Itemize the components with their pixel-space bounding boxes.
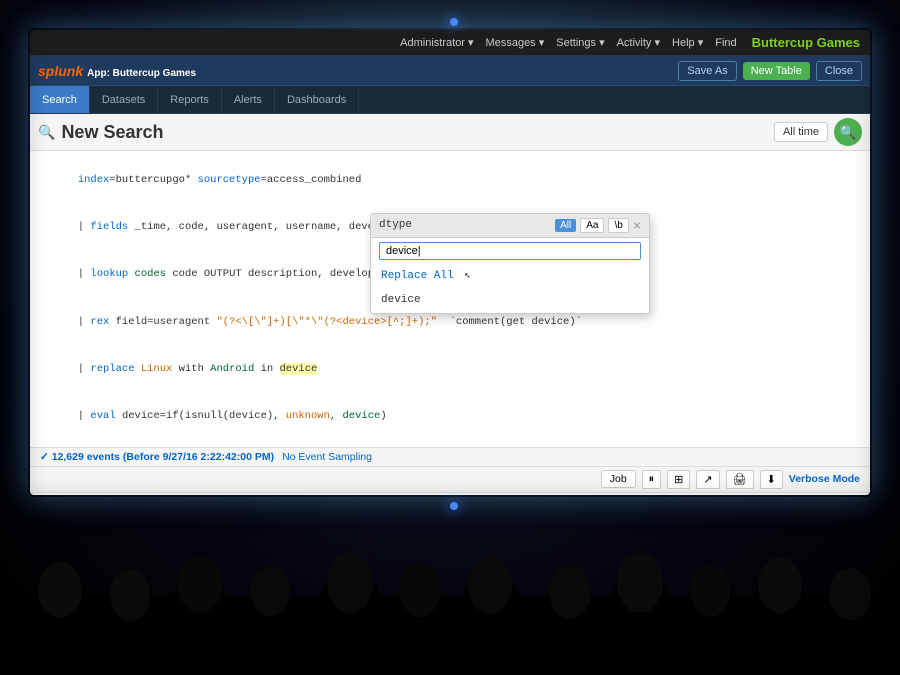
grid-button[interactable]: ⊞ bbox=[667, 470, 690, 489]
search-title: New Search bbox=[61, 122, 163, 143]
job-button[interactable]: Job bbox=[601, 470, 636, 488]
top-nav-items: Administrator ▾ Messages ▾ Settings ▾ Ac… bbox=[400, 36, 736, 49]
replace-all-label: Replace All bbox=[381, 270, 454, 282]
nav-help[interactable]: Help ▾ bbox=[672, 36, 703, 49]
query-line-6: | eval device=if(isnull(device), unknown… bbox=[40, 393, 860, 440]
no-sampling[interactable]: No Event Sampling bbox=[282, 451, 372, 463]
autocomplete-option-1[interactable]: Replace All ↖ bbox=[371, 264, 649, 289]
word-btn[interactable]: \b bbox=[608, 218, 628, 233]
verbose-mode-label[interactable]: Verbose Mode bbox=[789, 473, 860, 485]
cursor-pointer-icon: ↖ bbox=[464, 270, 471, 282]
autocomplete-header: dtype All Aa \b × bbox=[371, 214, 649, 238]
tab-dashboards[interactable]: Dashboards bbox=[275, 86, 359, 113]
share-button[interactable]: ↗ bbox=[696, 470, 719, 489]
nav-messages[interactable]: Messages ▾ bbox=[486, 36, 545, 49]
close-autocomplete-button[interactable]: × bbox=[633, 217, 641, 233]
search-execute-button[interactable]: 🔍 bbox=[834, 118, 862, 146]
autocomplete-search-input[interactable] bbox=[379, 242, 641, 260]
pause-button[interactable]: ⏸ bbox=[642, 470, 662, 489]
query-editor[interactable]: index=buttercupgo* sourcetype=access_com… bbox=[30, 151, 870, 448]
bottom-indicator-dot bbox=[450, 502, 458, 510]
all-btn[interactable]: All bbox=[555, 219, 576, 232]
splunk-app-label: App: Buttercup Games bbox=[87, 68, 196, 79]
tab-search[interactable]: Search bbox=[30, 86, 90, 113]
events-count: ✓ 12,629 events (Before 9/27/16 2:22:42:… bbox=[40, 451, 274, 463]
new-table-button[interactable]: New Table bbox=[743, 62, 810, 80]
splunk-header: splunkApp: Buttercup Games Save As New T… bbox=[30, 56, 870, 86]
search-magnifier-icon: 🔍 bbox=[38, 124, 55, 141]
tab-alerts[interactable]: Alerts bbox=[222, 86, 275, 113]
time-range-selector[interactable]: All time bbox=[774, 122, 828, 142]
nav-tabs-bar: Search Datasets Reports Alerts Dashboard… bbox=[30, 86, 870, 114]
save-as-button[interactable]: Save As bbox=[678, 61, 736, 81]
autocomplete-field-label: dtype bbox=[379, 217, 412, 234]
case-btn[interactable]: Aa bbox=[580, 218, 604, 233]
autocomplete-option-device[interactable]: device bbox=[371, 288, 649, 313]
top-nav: Administrator ▾ Messages ▾ Settings ▾ Ac… bbox=[30, 30, 870, 56]
top-indicator-dot bbox=[450, 18, 458, 26]
nav-activity[interactable]: Activity ▾ bbox=[617, 36, 660, 49]
tab-reports[interactable]: Reports bbox=[158, 86, 222, 113]
query-line-1: index=buttercupgo* sourcetype=access_com… bbox=[40, 157, 860, 204]
print-button[interactable]: 🖨 bbox=[726, 470, 754, 489]
close-button[interactable]: Close bbox=[816, 61, 862, 81]
job-toolbar: Job ⏸ ⊞ ↗ 🖨 ⬇ Verbose Mode bbox=[30, 467, 870, 493]
query-line-5: | replace Linux with Android in device bbox=[40, 346, 860, 393]
autocomplete-dropdown: dtype All Aa \b × Replace All ↖ device bbox=[370, 213, 650, 314]
header-right: Save As New Table Close bbox=[678, 61, 862, 81]
nav-find[interactable]: Find bbox=[715, 37, 736, 49]
main-screen: Administrator ▾ Messages ▾ Settings ▾ Ac… bbox=[30, 30, 870, 495]
brand-label: Buttercup Games bbox=[752, 35, 860, 50]
tab-datasets[interactable]: Datasets bbox=[90, 86, 158, 113]
nav-administrator[interactable]: Administrator ▾ bbox=[400, 36, 473, 49]
search-area: 🔍 New Search All time 🔍 bbox=[30, 114, 870, 151]
audience-silhouette bbox=[0, 495, 900, 675]
nav-settings[interactable]: Settings ▾ bbox=[556, 36, 604, 49]
splunk-logo: splunkApp: Buttercup Games bbox=[38, 63, 196, 79]
download-button[interactable]: ⬇ bbox=[760, 470, 783, 489]
status-bar: ✓ 12,629 events (Before 9/27/16 2:22:42:… bbox=[30, 448, 870, 467]
search-controls: All time 🔍 bbox=[774, 118, 862, 146]
autocomplete-input-row bbox=[371, 238, 649, 264]
